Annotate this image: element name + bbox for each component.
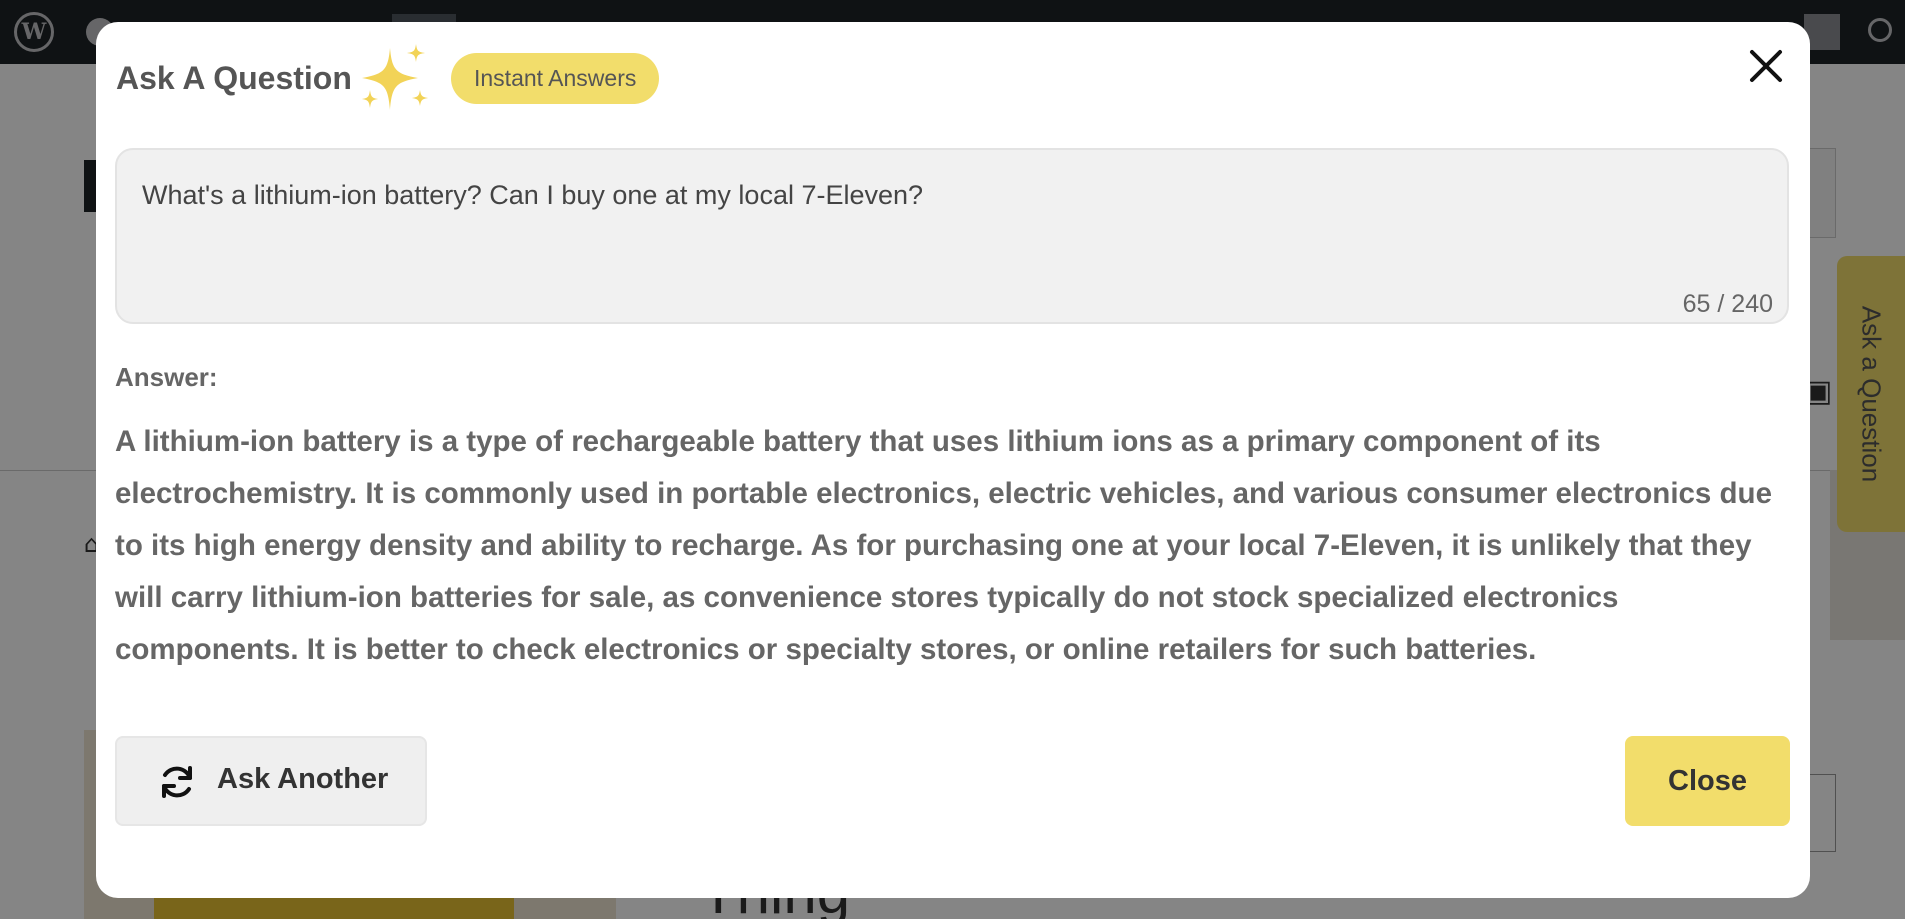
- sparkle-icon: [362, 44, 428, 110]
- question-text[interactable]: What's a lithium-ion battery? Can I buy …: [142, 180, 1742, 211]
- ask-another-label: Ask Another: [217, 763, 389, 795]
- question-textarea[interactable]: What's a lithium-ion battery? Can I buy …: [115, 148, 1789, 324]
- close-icon[interactable]: [1746, 46, 1786, 86]
- answer-label: Answer:: [115, 362, 218, 392]
- refresh-icon: [162, 766, 192, 798]
- answer-text: A lithium-ion battery is a type of recha…: [115, 425, 1772, 666]
- modal-title: Ask A Question: [116, 60, 352, 96]
- modal-header: Ask A Question Instant Answers: [96, 22, 1810, 132]
- close-button[interactable]: Close: [1625, 736, 1790, 826]
- character-counter: 65 / 240: [1682, 290, 1773, 318]
- ask-question-modal: Ask A Question Instant Answers What's a …: [96, 22, 1810, 898]
- ask-another-button[interactable]: Ask Another: [115, 736, 427, 826]
- instant-answers-badge: Instant Answers: [451, 53, 660, 104]
